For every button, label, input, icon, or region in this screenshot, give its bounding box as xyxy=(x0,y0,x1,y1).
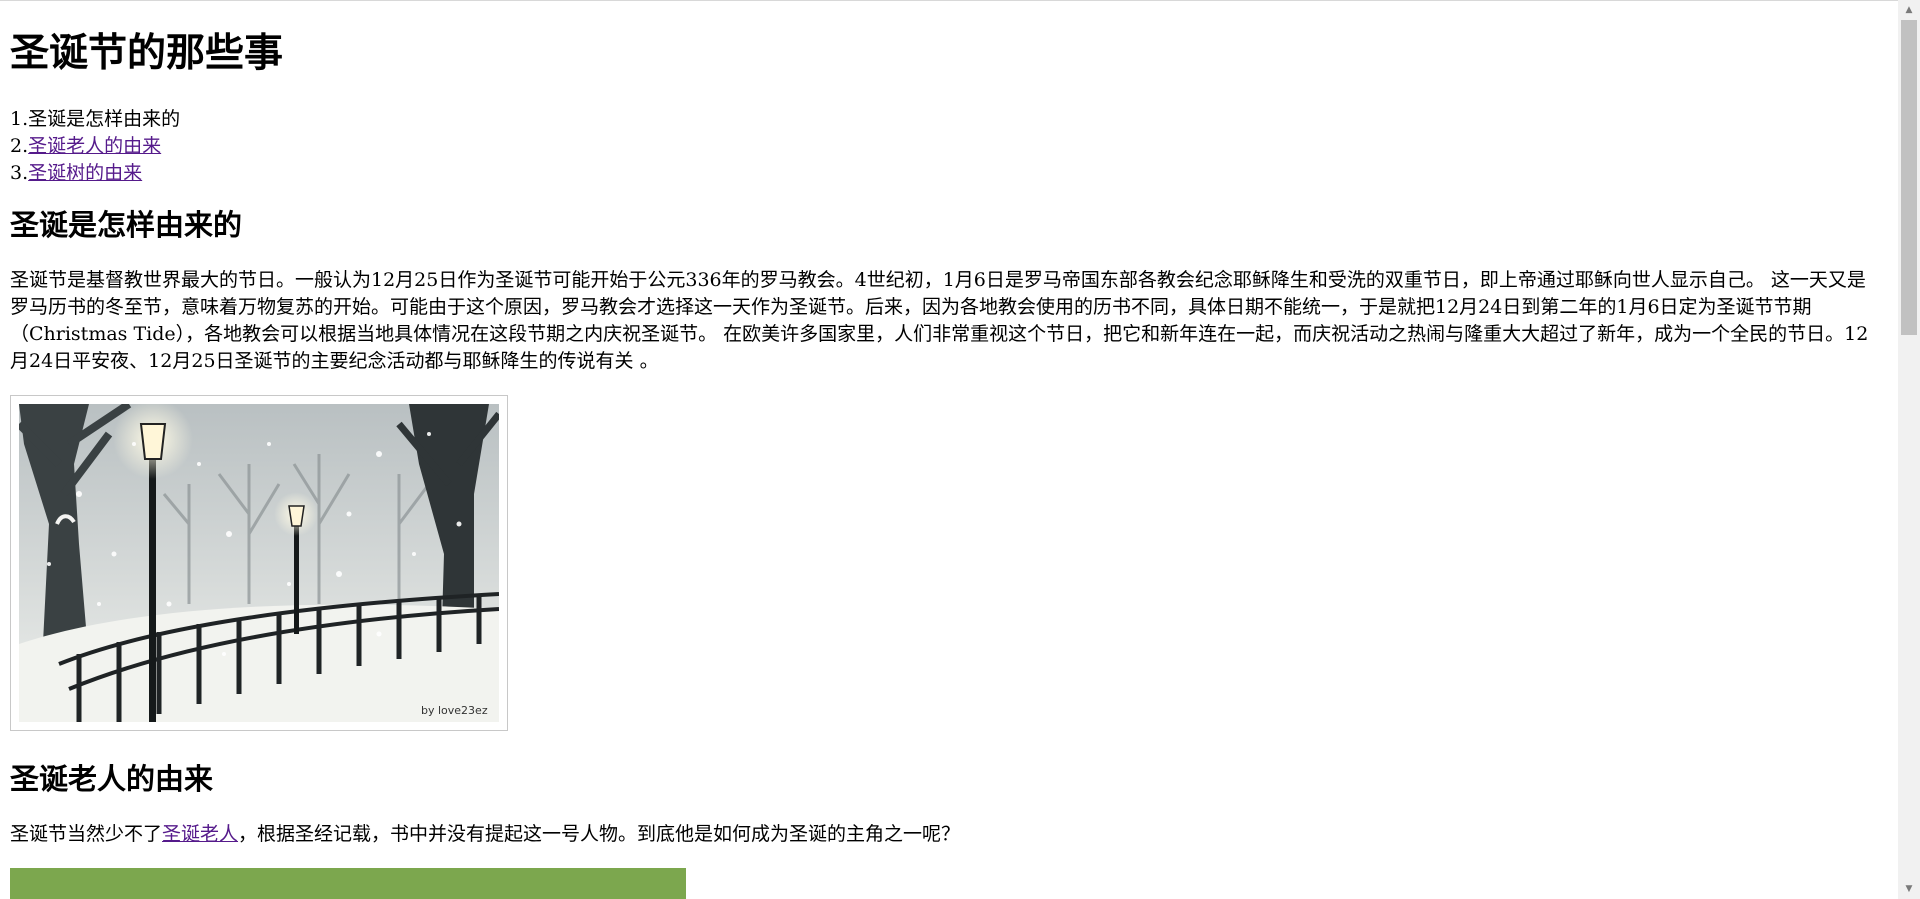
image-watermark: by love23ez xyxy=(421,704,488,717)
page-title: 圣诞节的那些事 xyxy=(10,31,284,76)
section-paragraph-santa: 圣诞节当然少不了圣诞老人，根据圣经记载，书中并没有提起这一号人物。到底他是如何成… xyxy=(10,821,1878,848)
toc-item-1: 1.圣诞是怎样由来的 xyxy=(10,106,1878,133)
toc-item-label: 圣诞是怎样由来的 xyxy=(28,108,181,130)
toc-item-2: 2.圣诞老人的由来 xyxy=(10,133,1878,160)
toc-item-number: 1. xyxy=(10,108,29,130)
page: 圣诞节的那些事 1.圣诞是怎样由来的 2.圣诞老人的由来 3.圣诞树的由来 圣诞… xyxy=(0,0,1898,899)
scroll-up-arrow-icon[interactable]: ▲ xyxy=(1898,0,1920,20)
snow-park-image-frame: by love23ez xyxy=(10,395,508,731)
toc-item-number: 2. xyxy=(10,135,29,157)
snow-park-image: by love23ez xyxy=(19,404,499,722)
vertical-scrollbar[interactable]: ▲ ▼ xyxy=(1898,0,1920,899)
scroll-down-arrow-icon[interactable]: ▼ xyxy=(1898,879,1920,899)
toc-link-santa[interactable]: 圣诞老人的由来 xyxy=(28,135,161,157)
toc-item-3: 3.圣诞树的由来 xyxy=(10,160,1878,187)
santa-claus-link[interactable]: 圣诞老人 xyxy=(162,823,238,845)
santa-para-prefix: 圣诞节当然少不了 xyxy=(10,823,163,845)
scroll-thumb[interactable] xyxy=(1901,20,1917,335)
santa-para-suffix: ，根据圣经记载，书中并没有提起这一号人物。到底他是如何成为圣诞的主角之一呢？ xyxy=(238,823,961,845)
article: 圣诞节的那些事 1.圣诞是怎样由来的 2.圣诞老人的由来 3.圣诞树的由来 圣诞… xyxy=(0,30,1898,899)
table-of-contents: 1.圣诞是怎样由来的 2.圣诞老人的由来 3.圣诞树的由来 xyxy=(10,106,1878,187)
section-heading-santa: 圣诞老人的由来 xyxy=(10,762,214,796)
section-heading-origin: 圣诞是怎样由来的 xyxy=(10,208,243,242)
santa-image-partial xyxy=(10,868,686,899)
toc-link-tree[interactable]: 圣诞树的由来 xyxy=(28,162,142,184)
toc-item-number: 3. xyxy=(10,162,29,184)
section-paragraph-origin: 圣诞节是基督教世界最大的节日。一般认为12月25日作为圣诞节可能开始于公元336… xyxy=(10,269,1869,372)
